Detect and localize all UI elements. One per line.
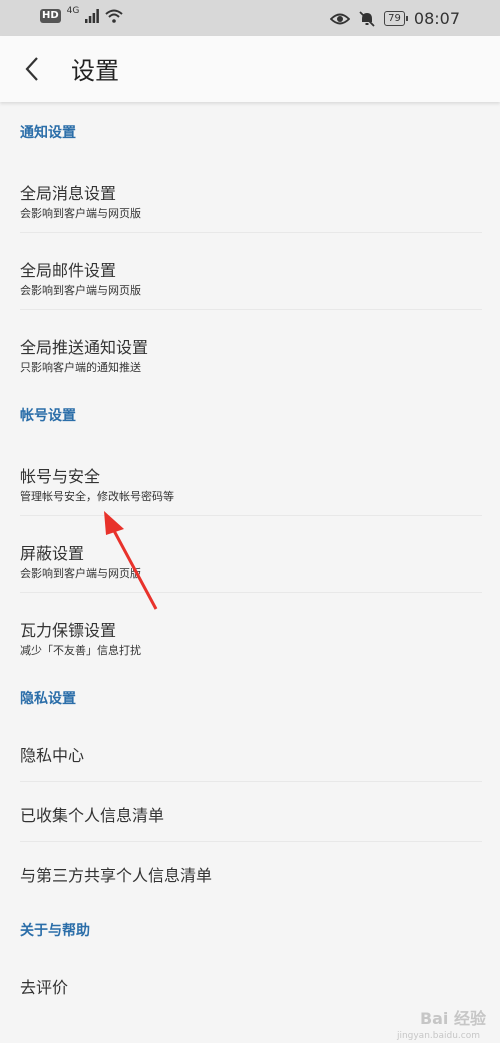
item-title: 帐号与安全 (20, 467, 101, 486)
item-title: 隐私中心 (20, 746, 85, 765)
item-title: 全局消息设置 (20, 184, 117, 203)
network-label: 4G (66, 6, 80, 16)
item-title: 瓦力保镖设置 (20, 621, 117, 640)
settings-item-collected-info[interactable]: 已收集个人信息清单 (0, 782, 500, 842)
watermark-logo: Bai 经验 (419, 1009, 486, 1028)
mute-bell-icon (359, 10, 375, 27)
item-title: 全局邮件设置 (20, 261, 117, 280)
settings-item-third-party-info[interactable]: 与第三方共享个人信息清单 (0, 842, 500, 902)
battery-indicator: 79 (384, 11, 408, 26)
app-header: 设置 (0, 36, 500, 102)
item-subtitle: 只影响客户端的通知推送 (20, 361, 141, 374)
item-subtitle: 减少「不友善」信息打扰 (20, 644, 141, 657)
item-title: 与第三方共享个人信息清单 (20, 866, 213, 885)
settings-list: 通知设置 全局消息设置 会影响到客户端与网页版 全局邮件设置 会影响到客户端与网… (0, 104, 500, 1014)
item-title: 已收集个人信息清单 (20, 806, 165, 825)
settings-item-global-push[interactable]: 全局推送通知设置 只影响客户端的通知推送 (0, 310, 500, 387)
watermark-url: jingyan.baidu.com (396, 1031, 480, 1041)
eye-icon (330, 13, 351, 24)
hd-badge: HD (40, 9, 61, 23)
settings-item-account-security[interactable]: 帐号与安全 管理帐号安全，修改帐号密码等 (0, 439, 500, 516)
item-title: 屏蔽设置 (20, 544, 85, 563)
status-bar: HD 4G 79 08:07 (0, 0, 500, 36)
item-subtitle: 管理帐号安全，修改帐号密码等 (20, 490, 174, 503)
section-header-account: 帐号设置 (20, 408, 76, 424)
settings-item-privacy-center[interactable]: 隐私中心 (0, 722, 500, 782)
item-subtitle: 会影响到客户端与网页版 (20, 284, 141, 297)
clock: 08:07 (413, 9, 460, 28)
settings-item-global-email[interactable]: 全局邮件设置 会影响到客户端与网页版 (0, 233, 500, 310)
section-header-about: 关于与帮助 (20, 923, 90, 939)
settings-item-bodyguard[interactable]: 瓦力保镖设置 减少「不友善」信息打扰 (0, 593, 500, 670)
item-subtitle: 会影响到客户端与网页版 (20, 567, 141, 580)
item-title: 全局推送通知设置 (20, 338, 149, 357)
settings-item-block[interactable]: 屏蔽设置 会影响到客户端与网页版 (0, 516, 500, 593)
section-header-privacy: 隐私设置 (20, 691, 76, 707)
item-title: 去评价 (20, 978, 69, 997)
back-arrow-icon[interactable] (18, 54, 48, 84)
page-title: 设置 (71, 57, 119, 85)
signal-icon (85, 9, 100, 23)
section-header-notification: 通知设置 (20, 125, 76, 141)
item-subtitle: 会影响到客户端与网页版 (20, 207, 141, 220)
wifi-icon (105, 9, 124, 23)
settings-item-global-message[interactable]: 全局消息设置 会影响到客户端与网页版 (0, 156, 500, 233)
